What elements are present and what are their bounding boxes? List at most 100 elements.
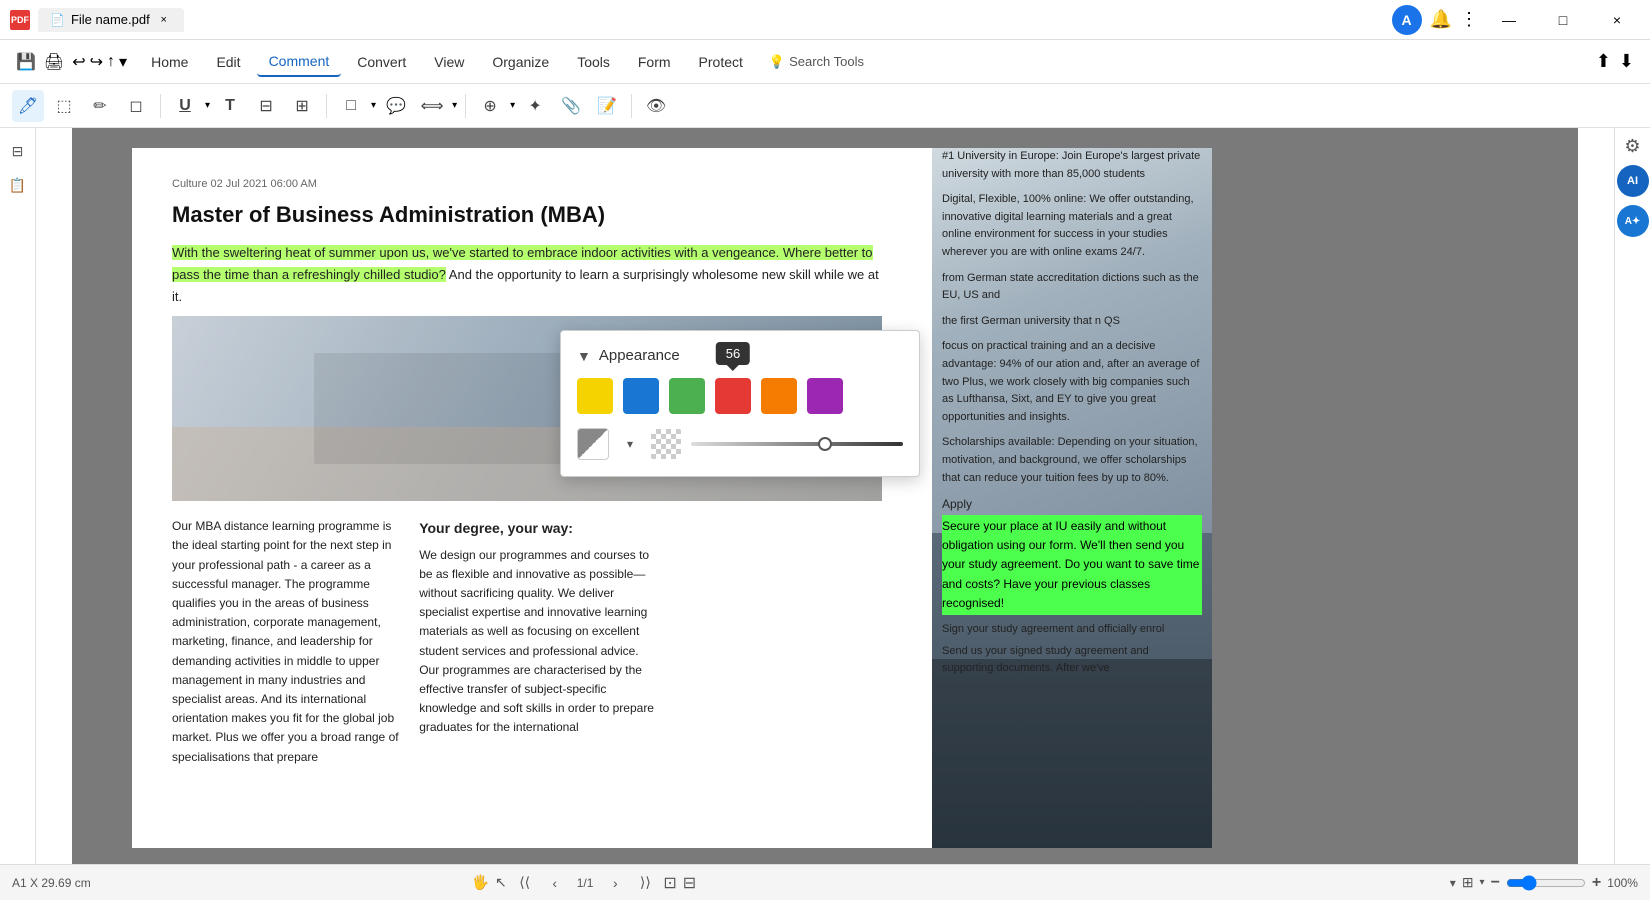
highlight-tool[interactable]: 🖊 (12, 90, 44, 122)
menu-comment[interactable]: Comment (257, 47, 342, 77)
cursor-icon[interactable]: 🖐 (472, 874, 489, 891)
rect-tool[interactable]: □ (335, 90, 367, 122)
review-tool[interactable]: 👁 (640, 90, 672, 122)
first-page-button[interactable]: ⟨⟨ (513, 871, 537, 895)
right-bullet-4: the first German university that n QS (942, 313, 1202, 331)
highlight-icon: 🖊 (18, 96, 38, 116)
upload-icon[interactable]: ⬆ (1596, 51, 1611, 72)
area-highlight-tool[interactable]: ⬚ (48, 90, 80, 122)
underline-icon: U (179, 97, 191, 115)
zoom-in-button[interactable]: + (1592, 874, 1601, 892)
page-view-icon[interactable]: ⊞ (1462, 874, 1474, 891)
sidebar-icon-1[interactable]: ⊟ (3, 136, 33, 166)
apply-title: Apply (942, 497, 1202, 511)
menu-view[interactable]: View (422, 48, 476, 76)
sidebar-icon-2[interactable]: 📋 (3, 170, 33, 200)
color-purple[interactable] (807, 378, 843, 414)
ai-assistant-icon[interactable]: AI (1617, 165, 1649, 197)
user-avatar[interactable]: A (1392, 5, 1422, 35)
callout-icon: ⊟ (259, 96, 272, 116)
undo-icon[interactable]: ↩ (72, 52, 85, 72)
underline-tool[interactable]: U (169, 90, 201, 122)
collapse-icon[interactable]: ▼ (577, 348, 591, 364)
menu-convert[interactable]: Convert (345, 48, 418, 76)
color-green[interactable] (669, 378, 705, 414)
note-tool[interactable]: 📝 (591, 90, 623, 122)
shape-dropdown[interactable]: ▾ (371, 100, 376, 111)
minimize-button[interactable]: — (1486, 0, 1532, 40)
settings-icon[interactable]: ⚙ (1624, 136, 1640, 157)
menu-organize[interactable]: Organize (480, 48, 561, 76)
last-page-button[interactable]: ⟩⟩ (633, 871, 657, 895)
search-tools-button[interactable]: 💡 Search Tools (759, 49, 874, 75)
share-icon[interactable]: ↑ (107, 53, 115, 71)
table-icon: ⊞ (295, 96, 308, 116)
select-icon[interactable]: ↖ (495, 874, 507, 891)
callout-tool[interactable]: ⊟ (250, 90, 282, 122)
redo-icon[interactable]: ↪ (90, 52, 103, 72)
page-num-display: 1/1 (577, 876, 594, 890)
color-orange[interactable] (761, 378, 797, 414)
pencil-tool[interactable]: ✏ (84, 90, 116, 122)
maximize-button[interactable]: □ (1540, 0, 1586, 40)
color-yellow[interactable] (577, 378, 613, 414)
file-tab[interactable]: 📄 File name.pdf × (38, 8, 184, 32)
zoom-slider[interactable] (1506, 875, 1586, 891)
rect-icon: □ (346, 97, 356, 115)
signature-tool[interactable]: ✦ (519, 90, 551, 122)
opacity-tooltip: 56 (716, 342, 750, 365)
close-button[interactable]: × (1594, 0, 1640, 40)
bottom-bar: A1 X 29.69 cm 🖐 ↖ ⟨⟨ ‹ 1/1 › ⟩⟩ ⊡ ⊟ ▾ ⊞ … (0, 864, 1650, 900)
stamp-dropdown[interactable]: ▾ (510, 100, 515, 111)
your-degree-title: Your degree, your way: (419, 517, 660, 539)
zoom-type-dropdown[interactable]: ▾ (1450, 876, 1456, 890)
measure-tool[interactable]: ⟺ (416, 90, 448, 122)
comment-tool[interactable]: 💬 (380, 90, 412, 122)
color-blue[interactable] (623, 378, 659, 414)
opacity-slider-container (691, 442, 903, 446)
your-degree-text: We design our programmes and courses to … (419, 546, 660, 738)
more-icon[interactable]: ▾ (119, 52, 127, 72)
fit-page-icon[interactable]: ⊟ (683, 873, 696, 893)
lower-mid-col: Your degree, your way: We design our pro… (419, 517, 660, 766)
menu-tools[interactable]: Tools (565, 48, 622, 76)
color-red[interactable]: 56 (715, 378, 751, 414)
measure-dropdown[interactable]: ▾ (452, 100, 457, 111)
menu-edit[interactable]: Edit (204, 48, 252, 76)
notification-icon[interactable]: 🔔 (1430, 9, 1452, 30)
doc-title: Master of Business Administration (MBA) (172, 202, 882, 228)
menu-protect[interactable]: Protect (687, 48, 755, 76)
kebab-menu-icon[interactable]: ⋮ (1460, 9, 1478, 30)
appearance-title: Appearance (599, 347, 680, 364)
menu-form[interactable]: Form (626, 48, 683, 76)
opacity-pattern (651, 429, 681, 459)
pencil-icon: ✏ (93, 96, 106, 116)
search-tools-label: Search Tools (789, 54, 864, 69)
fill-color-swatch[interactable] (577, 428, 609, 460)
textbox-tool[interactable]: T (214, 90, 246, 122)
right-bullet-3: from German state accreditation dictions… (942, 270, 1202, 305)
next-page-button[interactable]: › (603, 871, 627, 895)
right-bullet-5: focus on practical training and an a dec… (942, 338, 1202, 426)
tab-close-button[interactable]: × (156, 12, 172, 28)
table-tool[interactable]: ⊞ (286, 90, 318, 122)
page-view-dropdown[interactable]: ▾ (1480, 877, 1485, 888)
prev-page-button[interactable]: ‹ (543, 871, 567, 895)
eraser-tool[interactable]: ◻ (120, 90, 152, 122)
right-bullet-6: Scholarships available: Depending on you… (942, 434, 1202, 487)
attach-tool[interactable]: 📎 (555, 90, 587, 122)
fill-color-dropdown[interactable]: ▾ (619, 433, 641, 455)
print-icon[interactable]: 🖨 (44, 52, 64, 72)
zoom-out-button[interactable]: − (1491, 874, 1500, 892)
right-panel: ⚙ AI A✦ (1614, 128, 1650, 864)
collapse-icon[interactable]: ⬇ (1619, 51, 1634, 72)
menu-home[interactable]: Home (139, 48, 200, 76)
ai-translate-icon[interactable]: A✦ (1617, 205, 1649, 237)
stamp-tool[interactable]: ⊕ (474, 90, 506, 122)
lower-left-col: Our MBA distance learning programme is t… (172, 517, 399, 766)
right-bullet-1: #1 University in Europe: Join Europe's l… (942, 148, 1202, 183)
underline-dropdown[interactable]: ▾ (205, 100, 210, 111)
opacity-slider-thumb[interactable] (818, 437, 832, 451)
save-icon[interactable]: 💾 (16, 52, 36, 72)
fit-width-icon[interactable]: ⊡ (663, 873, 676, 893)
